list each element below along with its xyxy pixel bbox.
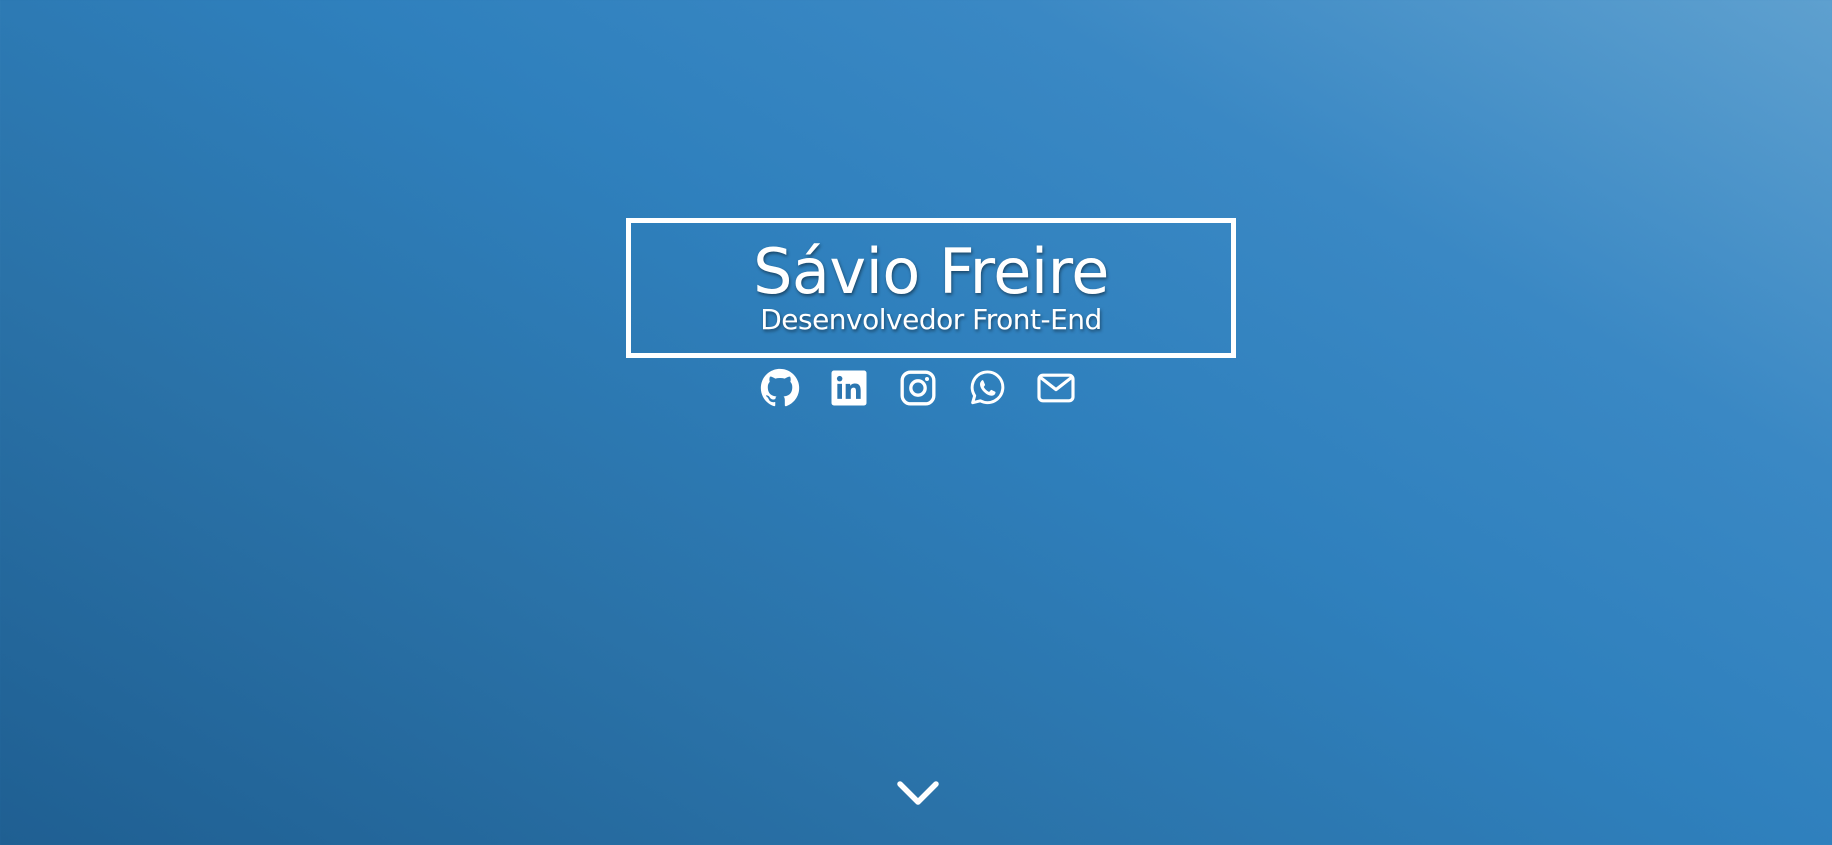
scroll-down-button[interactable] <box>896 776 940 810</box>
whatsapp-icon <box>970 370 1005 405</box>
email-icon <box>1037 373 1075 403</box>
github-icon <box>760 368 800 407</box>
social-links <box>0 368 1832 408</box>
hero-section: Sávio Freire Desenvolvedor Front-End <box>0 0 1832 845</box>
instagram-icon <box>900 370 936 406</box>
whatsapp-link[interactable] <box>967 368 1007 408</box>
page-title: Sávio Freire <box>753 235 1109 308</box>
page-subtitle: Desenvolvedor Front-End <box>760 303 1102 336</box>
linkedin-icon <box>831 370 867 406</box>
name-box: Sávio Freire Desenvolvedor Front-End <box>626 218 1236 358</box>
email-link[interactable] <box>1036 368 1076 408</box>
chevron-down-icon <box>897 781 939 805</box>
instagram-link[interactable] <box>898 368 938 408</box>
linkedin-link[interactable] <box>829 368 869 408</box>
github-link[interactable] <box>760 368 800 408</box>
